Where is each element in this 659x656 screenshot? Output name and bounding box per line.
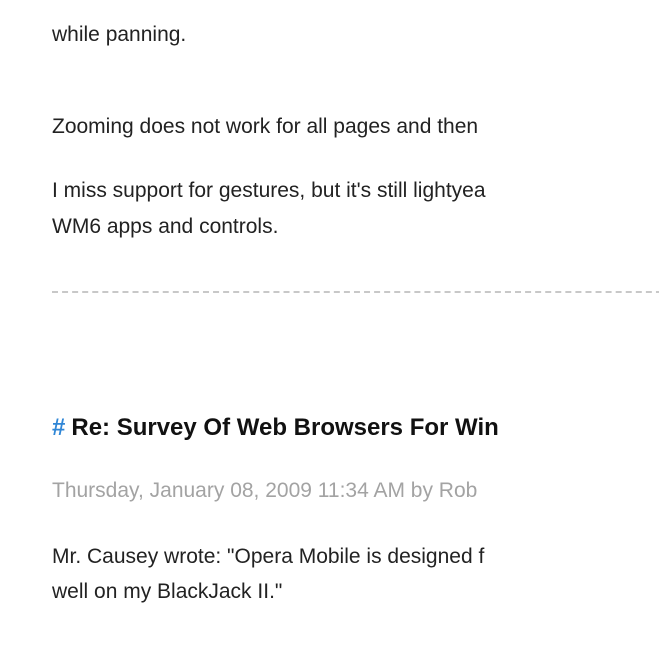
comment-divider — [52, 291, 659, 293]
permalink-hash-link[interactable]: # — [52, 414, 65, 441]
comment-body-line: Mr. Causey wrote: "Opera Mobile is desig… — [52, 545, 485, 568]
comment-body-line: I miss support for gestures, but it's st… — [52, 179, 486, 202]
comment-body-line: WM6 apps and controls. — [52, 215, 279, 238]
comment-body-line: well on my BlackJack II." — [52, 580, 283, 603]
comment-title-text: Re: Survey Of Web Browsers For Win — [71, 414, 499, 441]
comment-meta: Thursday, January 08, 2009 11:34 AM by R… — [52, 479, 478, 502]
comment-body-line: while panning. — [52, 23, 187, 46]
comment-body-line: Zooming does not work for all pages and … — [52, 115, 479, 138]
comment-title: # Re: Survey Of Web Browsers For Win — [52, 412, 499, 444]
